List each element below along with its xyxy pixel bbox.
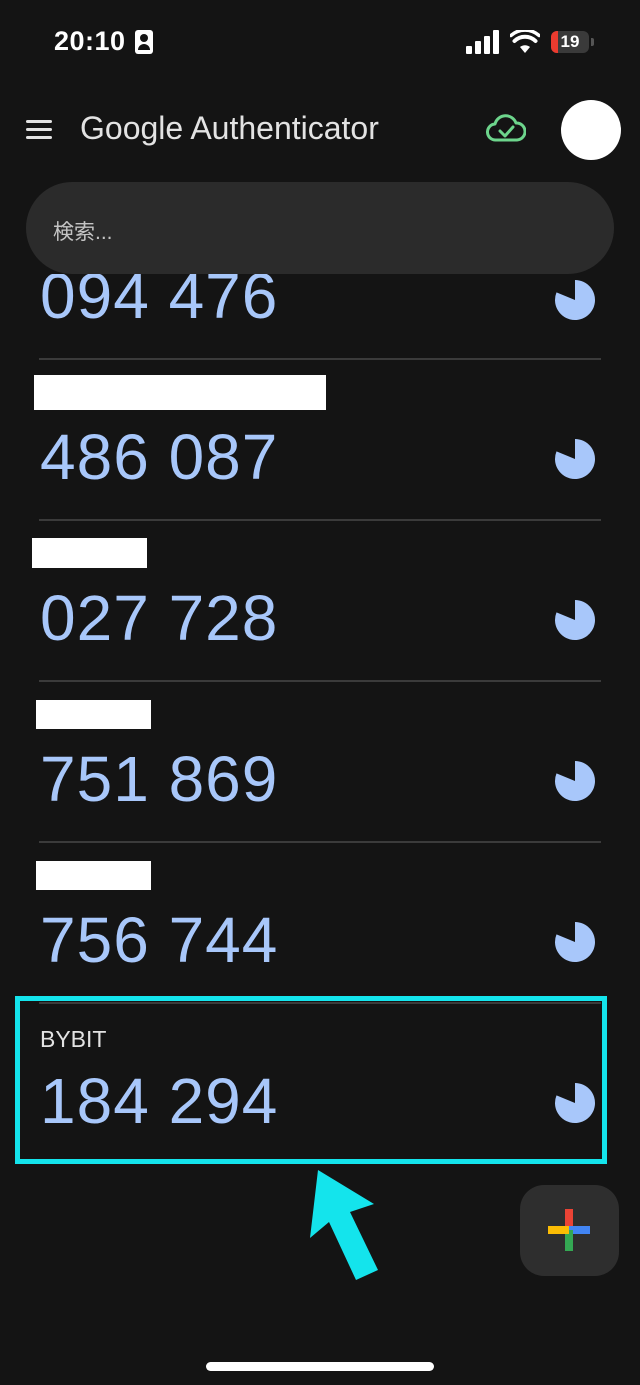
battery-indicator: 19: [551, 31, 589, 53]
otp-code[interactable]: 486 087: [40, 420, 278, 494]
countdown-pie-icon: [554, 600, 595, 640]
otp-code[interactable]: 751 869: [40, 742, 278, 816]
countdown-pie-icon: [554, 761, 595, 801]
countdown-pie-icon: [554, 280, 595, 320]
cloud-check-icon[interactable]: [486, 114, 526, 146]
google-plus-icon: [548, 1209, 590, 1251]
redacted-account-name: [36, 861, 151, 890]
pointer-arrow-icon: [310, 1170, 378, 1280]
account-entry[interactable]: 486 087: [0, 360, 640, 521]
account-avatar[interactable]: [561, 100, 621, 160]
battery-cap: [591, 38, 594, 46]
search-placeholder: 検索...: [53, 221, 113, 244]
redacted-account-name: [32, 538, 147, 568]
status-time: 20:10: [54, 26, 126, 56]
app-title-product: Authenticator: [183, 110, 379, 146]
home-indicator[interactable]: [206, 1362, 434, 1371]
app-title-brand: Google: [80, 110, 184, 146]
otp-code[interactable]: 094 476: [40, 274, 278, 333]
wifi-icon: [510, 30, 540, 53]
search-bar[interactable]: 検索...: [26, 182, 614, 274]
battery-level: 19: [560, 32, 580, 51]
cellular-signal-icon: [466, 30, 500, 54]
contact-card-icon: [135, 30, 153, 54]
otp-code[interactable]: 756 744: [40, 903, 278, 977]
highlight-box: [15, 996, 607, 1164]
account-entry[interactable]: 756 744: [0, 843, 640, 1004]
hamburger-menu-icon[interactable]: [26, 120, 52, 140]
account-entry[interactable]: 094 476: [0, 274, 640, 360]
add-account-button[interactable]: [520, 1185, 619, 1276]
redacted-account-name: [36, 700, 151, 729]
app-title: Google Authenticator: [80, 110, 379, 147]
account-entry[interactable]: 027 728: [0, 521, 640, 682]
status-bar: 20:10 19: [0, 0, 640, 84]
otp-code[interactable]: 027 728: [40, 581, 278, 655]
countdown-pie-icon: [554, 439, 595, 479]
redacted-account-name: [34, 375, 326, 410]
countdown-pie-icon: [554, 922, 595, 962]
account-entry[interactable]: 751 869: [0, 682, 640, 843]
